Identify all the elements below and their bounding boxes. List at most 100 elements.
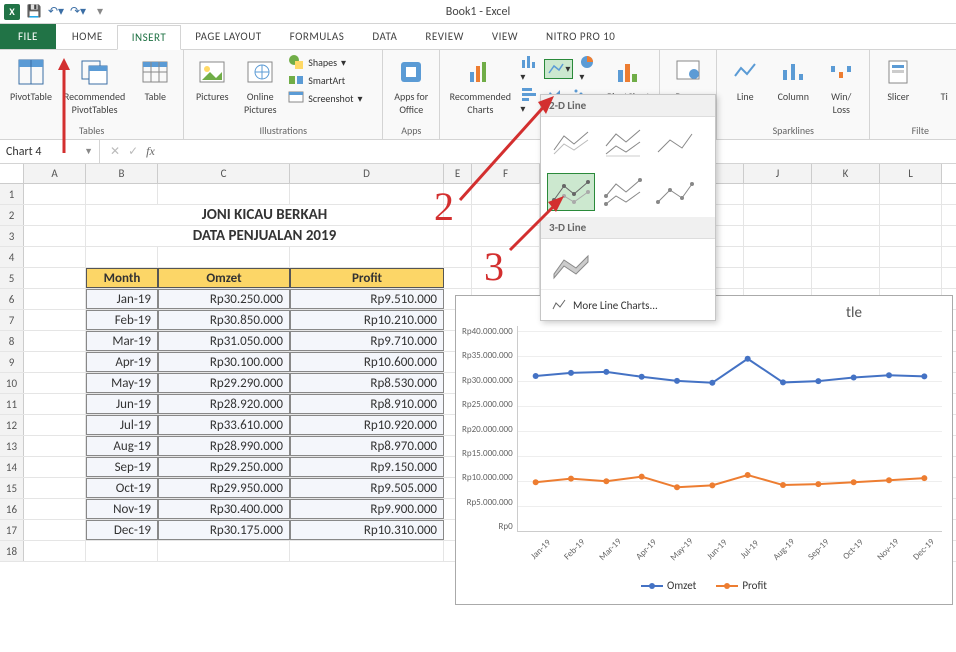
enter-icon[interactable]: ✓ [128,144,138,159]
cell[interactable] [86,541,158,561]
cell[interactable] [472,226,540,246]
row-header[interactable]: 2 [0,205,24,225]
more-line-charts-button[interactable]: More Line Charts... [541,289,715,320]
line-chart-button[interactable]: ▾ [544,59,573,79]
row-header[interactable]: 6 [0,289,24,309]
cell[interactable] [24,520,86,540]
2d-line-option-2[interactable] [599,123,647,161]
table-cell[interactable]: Rp30.175.000 [158,520,290,540]
cancel-icon[interactable]: ✕ [110,144,120,159]
sparkline-winloss-button[interactable]: Win/ Loss [821,54,861,118]
cell[interactable] [744,247,812,267]
cell[interactable] [24,331,86,351]
table-cell[interactable]: Rp30.850.000 [158,310,290,330]
row-header[interactable]: 11 [0,394,24,414]
cell[interactable] [290,541,444,561]
cell[interactable] [24,373,86,393]
table-cell[interactable]: Jul-19 [86,415,158,435]
tab-data[interactable]: DATA [358,24,411,49]
table-header[interactable]: Profit [290,268,444,288]
cell[interactable] [158,541,290,561]
cell[interactable] [24,226,86,246]
table-cell[interactable]: Rp10.600.000 [290,352,444,372]
table-cell[interactable]: Rp9.710.000 [290,331,444,351]
cell[interactable] [472,205,540,225]
tab-file[interactable]: FILE [0,24,56,49]
cell[interactable] [24,184,86,204]
title-cell[interactable]: JONI KICAU BERKAH [86,205,444,225]
2d-line-option-1[interactable] [547,123,595,161]
column-chart-button[interactable]: ▾ [520,54,538,83]
table-cell[interactable]: Rp28.990.000 [158,436,290,456]
cell[interactable] [24,352,86,372]
2d-line-100-markers-option[interactable] [651,173,699,211]
cell[interactable] [472,184,540,204]
row-header[interactable]: 15 [0,478,24,498]
row-header[interactable]: 5 [0,268,24,288]
cell[interactable] [880,247,942,267]
col-header[interactable]: A [24,164,86,183]
cell[interactable] [24,310,86,330]
sparkline-line-button[interactable]: Line [725,54,765,105]
row-header[interactable]: 14 [0,457,24,477]
row-header[interactable]: 12 [0,415,24,435]
cell[interactable] [744,268,812,288]
cell[interactable] [744,205,812,225]
table-cell[interactable]: Dec-19 [86,520,158,540]
recommended-pivottables-button[interactable]: Recommended PivotTables [62,54,127,118]
2d-line-option-3[interactable] [651,123,699,161]
table-cell[interactable]: Jun-19 [86,394,158,414]
table-cell[interactable]: Apr-19 [86,352,158,372]
cell[interactable] [472,268,540,288]
table-cell[interactable]: Rp10.210.000 [290,310,444,330]
table-cell[interactable]: Rp10.310.000 [290,520,444,540]
pie-chart-button[interactable]: ▾ [579,54,597,83]
table-cell[interactable]: Rp9.150.000 [290,457,444,477]
shapes-button[interactable]: Shapes ▾ [288,54,374,70]
select-all-cell[interactable] [0,164,24,183]
cell[interactable] [812,226,880,246]
online-pictures-button[interactable]: Online Pictures [240,54,280,118]
cell[interactable] [24,499,86,519]
col-header[interactable]: E [444,164,472,183]
cell[interactable] [744,226,812,246]
table-cell[interactable]: Rp9.510.000 [290,289,444,309]
cell[interactable] [86,184,158,204]
tab-page-layout[interactable]: PAGE LAYOUT [181,24,275,49]
cell[interactable] [24,394,86,414]
table-cell[interactable]: Mar-19 [86,331,158,351]
col-header[interactable]: L [880,164,942,183]
row-header[interactable]: 13 [0,436,24,456]
cell[interactable] [444,184,472,204]
table-header[interactable]: Omzet [158,268,290,288]
table-cell[interactable]: Aug-19 [86,436,158,456]
pivottable-button[interactable]: PivotTable [8,54,54,105]
cell[interactable] [24,457,86,477]
row-header[interactable]: 1 [0,184,24,204]
tab-review[interactable]: REVIEW [411,24,478,49]
cell[interactable] [24,247,86,267]
table-cell[interactable]: Rp10.920.000 [290,415,444,435]
cell[interactable] [86,247,158,267]
table-cell[interactable]: Sep-19 [86,457,158,477]
table-cell[interactable]: Rp9.505.000 [290,478,444,498]
smartart-button[interactable]: SmartArt [288,72,374,88]
cell[interactable] [880,205,942,225]
apps-button[interactable]: Apps for Office [391,54,431,118]
cell[interactable] [880,226,942,246]
cell[interactable] [24,541,86,561]
cell[interactable] [24,289,86,309]
cell[interactable] [812,268,880,288]
table-cell[interactable]: Jan-19 [86,289,158,309]
bar-chart-button[interactable]: ▾ [520,86,538,115]
table-cell[interactable]: Rp29.290.000 [158,373,290,393]
slicer-button[interactable]: Slicer [878,54,918,105]
name-box[interactable]: Chart 4▼ [0,140,100,163]
table-cell[interactable]: Rp31.050.000 [158,331,290,351]
table-cell[interactable]: Rp29.250.000 [158,457,290,477]
cell[interactable] [444,205,472,225]
table-cell[interactable]: Rp9.900.000 [290,499,444,519]
tab-nitro[interactable]: NITRO PRO 10 [532,24,629,49]
cell[interactable] [472,247,540,267]
cell[interactable] [158,247,290,267]
